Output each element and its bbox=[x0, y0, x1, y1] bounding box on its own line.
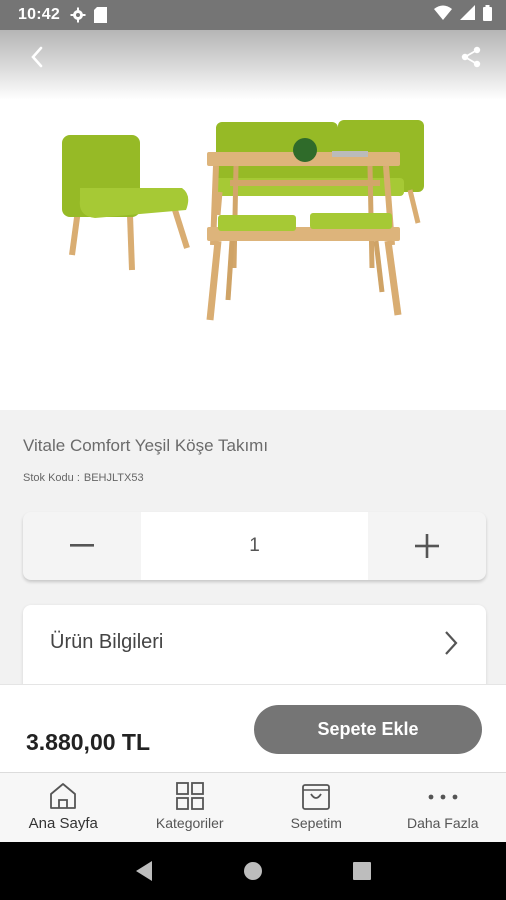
chevron-left-icon bbox=[31, 46, 43, 68]
nav-recents-button[interactable] bbox=[342, 851, 382, 891]
status-bar: 10:42 bbox=[0, 0, 506, 30]
bottom-tab-bar: Ana Sayfa Kategoriler Sepetim Daha Fazla bbox=[0, 772, 506, 842]
system-nav-bar bbox=[0, 842, 506, 900]
plus-icon bbox=[415, 534, 439, 558]
gear-icon bbox=[70, 7, 86, 23]
stock-code-label: Stok Kodu : bbox=[23, 472, 80, 484]
shopping-bag-icon bbox=[302, 784, 331, 810]
triangle-back-icon bbox=[136, 861, 153, 881]
nav-back-button[interactable] bbox=[124, 851, 164, 891]
quantity-stepper: 1 bbox=[23, 512, 486, 580]
home-icon bbox=[50, 783, 77, 809]
grid-icon bbox=[175, 782, 204, 810]
more-dots-icon bbox=[428, 794, 458, 800]
table-illustration bbox=[207, 138, 400, 269]
product-info-row[interactable]: Ürün Bilgileri bbox=[23, 605, 486, 695]
tab-more-label: Daha Fazla bbox=[406, 815, 479, 831]
circle-home-icon bbox=[243, 862, 262, 880]
chair-illustration bbox=[62, 135, 190, 271]
tab-categories[interactable]: Kategoriler bbox=[127, 773, 254, 842]
product-info-label: Ürün Bilgileri bbox=[50, 631, 164, 653]
add-to-cart-button[interactable]: Sepete Ekle bbox=[254, 705, 482, 754]
square-recents-icon bbox=[352, 862, 371, 880]
tab-more[interactable]: Daha Fazla bbox=[380, 773, 506, 842]
stock-code: Stok Kodu : BEHJLTX53 bbox=[23, 472, 144, 484]
back-button[interactable] bbox=[22, 42, 52, 72]
stock-code-value: BEHJLTX53 bbox=[83, 472, 144, 484]
product-price: 3.880,00 TL bbox=[26, 729, 151, 755]
sofa-illustration bbox=[214, 120, 424, 224]
chevron-right-icon bbox=[445, 631, 458, 655]
tab-cart[interactable]: Sepetim bbox=[253, 773, 380, 842]
decrease-quantity-button[interactable] bbox=[23, 512, 141, 580]
share-icon bbox=[461, 46, 481, 68]
product-title: Vitale Comfort Yeşil Köşe Takımı bbox=[23, 436, 269, 455]
cart-bar: 3.880,00 TL Sepete Ekle bbox=[0, 684, 506, 772]
tab-categories-label: Kategoriler bbox=[155, 815, 224, 831]
tab-home[interactable]: Ana Sayfa bbox=[0, 773, 127, 842]
share-button[interactable] bbox=[456, 42, 486, 72]
signal-icon bbox=[460, 5, 475, 25]
tab-home-label: Ana Sayfa bbox=[28, 815, 98, 832]
increase-quantity-button[interactable] bbox=[368, 512, 486, 580]
minus-icon bbox=[70, 544, 94, 547]
nav-home-button[interactable] bbox=[233, 851, 273, 891]
status-time: 10:42 bbox=[18, 6, 60, 23]
battery-icon bbox=[483, 4, 492, 26]
wifi-icon bbox=[434, 5, 452, 25]
sd-card-icon bbox=[93, 7, 107, 23]
app-header bbox=[0, 30, 506, 100]
quantity-value[interactable]: 1 bbox=[141, 512, 368, 580]
tab-cart-label: Sepetim bbox=[290, 815, 342, 831]
